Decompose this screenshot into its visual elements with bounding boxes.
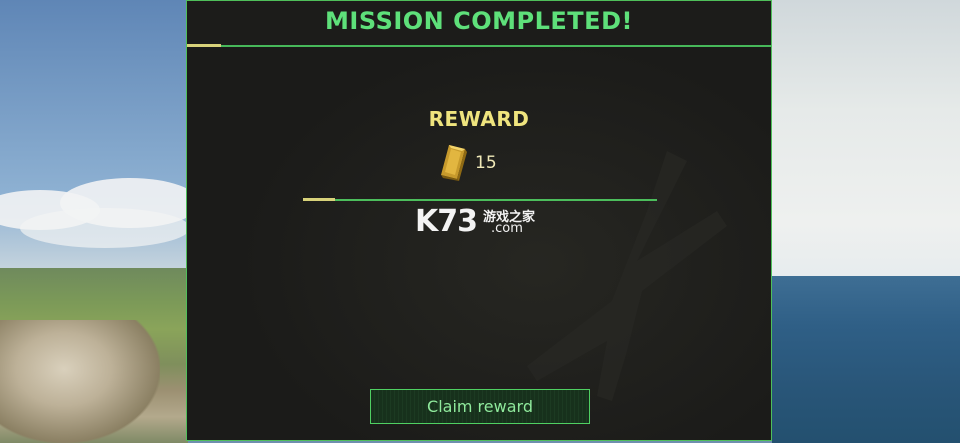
watermark-logo: K73 [415,204,478,239]
divider-line [335,199,657,201]
background-sea [772,276,960,443]
title-divider [187,44,771,47]
background-plane-silhouette [527,151,727,401]
divider-accent [187,44,221,47]
background-sky-right [772,0,960,278]
divider-accent [303,198,335,201]
reward-divider [303,198,657,201]
reward-row: 15 [435,143,497,183]
mission-complete-dialog: MISSION COMPLETED! REWARD 15 K73 游戏之家 .c… [186,0,772,441]
claim-reward-button[interactable]: Claim reward [370,389,590,424]
divider-line [221,45,771,47]
reward-amount: 15 [475,153,497,173]
background-cliff [0,320,160,443]
dialog-title: MISSION COMPLETED! [325,7,633,35]
cloud [20,208,190,248]
title-bar: MISSION COMPLETED! [187,1,771,47]
site-watermark: K73 游戏之家 .com [415,204,555,244]
reward-heading: REWARD [428,107,530,131]
watermark-domain: .com [491,221,523,236]
gold-bar-icon [441,145,467,181]
